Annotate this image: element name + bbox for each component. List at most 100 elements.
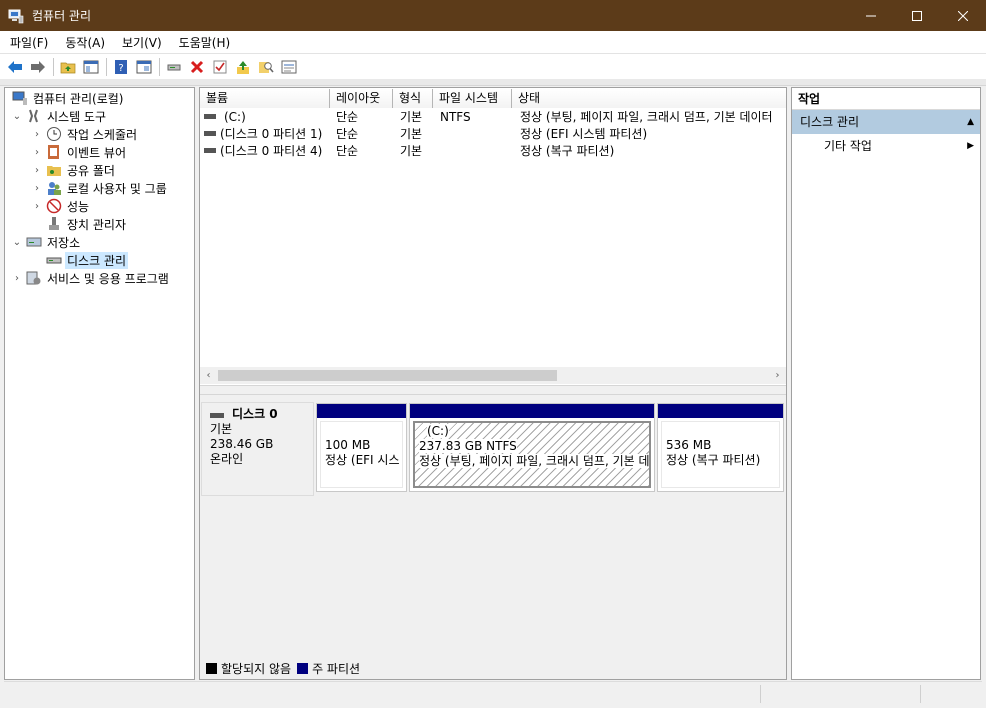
column-header-type[interactable]: 형식 xyxy=(393,89,433,108)
collapse-arrow-icon[interactable]: ▲ xyxy=(967,110,974,134)
chevron-right-icon[interactable]: › xyxy=(31,146,43,158)
volume-list-header: 볼륨 레이아웃 형식 파일 시스템 상태 xyxy=(200,89,786,108)
legend-swatch-primary xyxy=(297,662,309,674)
computer-management-icon xyxy=(12,91,27,105)
scroll-right-arrow-icon[interactable]: › xyxy=(769,367,786,384)
back-button[interactable] xyxy=(4,56,26,78)
actions-more-actions[interactable]: 기타 작업 ▶ xyxy=(792,134,980,158)
navigation-tree: 컴퓨터 관리(로컬) ⌄ 시스템 도구 › 작업 스케줄러 › 이벤트 뷰어 ›… xyxy=(4,87,195,680)
delete-icon xyxy=(190,60,204,73)
chevron-right-icon[interactable]: › xyxy=(31,164,43,176)
volume-row[interactable]: (C:) 단순 기본 NTFS 정상 (부팅, 페이지 파일, 크래시 덤프, … xyxy=(200,109,786,126)
chevron-down-icon[interactable]: ⌄ xyxy=(11,110,23,122)
tree-item-event-viewer[interactable]: › 이벤트 뷰어 xyxy=(31,143,128,161)
menu-view[interactable]: 보기(V) xyxy=(115,34,169,51)
horizontal-scrollbar[interactable]: ‹ › xyxy=(200,367,786,384)
forward-button[interactable] xyxy=(27,56,49,78)
tree-item-shared-folders[interactable]: › 공유 폴더 xyxy=(31,161,117,179)
partition-c[interactable]: (C:) 237.83 GB NTFS 정상 (부팅, 페이지 파일, 크래시 … xyxy=(409,403,655,492)
drive-icon xyxy=(204,148,216,153)
actions-pane: 작업 디스크 관리 ▲ 기타 작업 ▶ xyxy=(791,87,981,680)
partition-status: 정상 (부팅, 페이지 파일, 크래시 덤프, 기본 데 xyxy=(419,454,650,468)
delete-button[interactable] xyxy=(186,56,208,78)
tree-item-services-applications[interactable]: › 서비스 및 응용 프로그램 xyxy=(11,269,171,287)
details-button[interactable] xyxy=(278,56,300,78)
tree-item-performance[interactable]: › 성능 xyxy=(31,197,91,215)
connect-drive-icon xyxy=(167,64,181,70)
search-button[interactable] xyxy=(255,56,277,78)
disk-management-icon xyxy=(46,257,62,264)
storage-icon xyxy=(26,237,42,247)
chevron-right-icon[interactable]: › xyxy=(11,272,23,284)
toolbar-border xyxy=(0,79,986,86)
properties-button[interactable] xyxy=(133,56,155,78)
volume-row[interactable]: (디스크 0 파티션 1) 단순 기본 정상 (EFI 시스템 파티션) xyxy=(200,126,786,143)
toolbar-separator xyxy=(53,57,54,76)
disk-management-pane: 볼륨 레이아웃 형식 파일 시스템 상태 (C:) 단순 기본 NTFS 정상 … xyxy=(199,87,787,680)
chevron-down-icon[interactable]: ⌄ xyxy=(11,236,23,248)
disk-size: 238.46 GB xyxy=(210,437,274,451)
scrollbar-thumb[interactable] xyxy=(218,370,557,381)
disk-name: 디스크 0 xyxy=(232,407,278,421)
primary-partition-bar xyxy=(317,404,406,418)
chevron-right-icon[interactable]: › xyxy=(31,200,43,212)
up-button[interactable] xyxy=(232,56,254,78)
maximize-icon xyxy=(912,10,922,21)
show-tree-icon xyxy=(83,60,99,73)
partition-status: 정상 (복구 파티션) xyxy=(666,453,761,467)
help-button[interactable]: ? xyxy=(110,56,132,78)
chevron-right-icon[interactable]: › xyxy=(31,128,43,140)
actions-section-disk-management[interactable]: 디스크 관리 ▲ xyxy=(792,110,980,134)
disk-info[interactable]: 디스크 0 기본 238.46 GB 온라인 xyxy=(201,402,314,496)
up-folder-icon xyxy=(60,62,76,73)
close-button[interactable] xyxy=(940,0,986,31)
up-level-button[interactable] xyxy=(57,56,79,78)
svg-text:?: ? xyxy=(118,63,123,74)
partition-size: 237.83 GB NTFS xyxy=(419,439,517,453)
disk-icon xyxy=(210,412,224,418)
partition-efi[interactable]: 100 MB 정상 (EFI 시스 xyxy=(316,403,407,492)
window-title: 컴퓨터 관리 xyxy=(32,9,92,23)
menu-action[interactable]: 동작(A) xyxy=(58,34,112,51)
services-icon xyxy=(26,271,41,285)
actions-header: 작업 xyxy=(792,88,980,110)
primary-partition-bar xyxy=(410,404,654,418)
pane-splitter[interactable] xyxy=(200,385,786,395)
scroll-left-arrow-icon[interactable]: ‹ xyxy=(200,367,217,384)
properties-icon xyxy=(136,60,152,73)
chevron-right-icon[interactable]: › xyxy=(31,182,43,194)
performance-icon xyxy=(46,198,62,214)
computer-management-icon xyxy=(8,9,24,23)
show-hide-tree-button[interactable] xyxy=(80,56,102,78)
tree-item-local-users[interactable]: › 로컬 사용자 및 그룹 xyxy=(31,179,169,197)
partition-recovery[interactable]: 536 MB 정상 (복구 파티션) xyxy=(657,403,784,492)
tree-item-disk-management[interactable]: 디스크 관리 xyxy=(43,251,129,269)
system-tools-icon xyxy=(29,109,38,123)
status-bar xyxy=(4,681,982,705)
tree-item-device-manager[interactable]: 장치 관리자 xyxy=(43,215,128,233)
partition-title: (C:) xyxy=(427,424,449,438)
disk-kind: 기본 xyxy=(210,422,233,436)
disk-graphical-view: 디스크 0 기본 238.46 GB 온라인 100 MB 정상 (EFI 시스… xyxy=(200,395,786,679)
check-button[interactable] xyxy=(209,56,231,78)
primary-partition-bar xyxy=(658,404,783,418)
column-header-volume[interactable]: 볼륨 xyxy=(200,89,330,108)
tree-item-computer-management[interactable]: 컴퓨터 관리(로컬) xyxy=(9,89,125,107)
menu-help[interactable]: 도움말(H) xyxy=(172,34,238,51)
minimize-icon xyxy=(866,15,876,16)
connect-drive-button[interactable] xyxy=(163,56,185,78)
column-header-filesystem[interactable]: 파일 시스템 xyxy=(433,89,512,108)
menu-bar: 파일(F) 동작(A) 보기(V) 도움말(H) xyxy=(0,31,986,53)
tree-item-system-tools[interactable]: ⌄ 시스템 도구 xyxy=(11,107,108,125)
tree-item-storage[interactable]: ⌄ 저장소 xyxy=(11,233,82,251)
details-icon xyxy=(281,60,297,73)
maximize-button[interactable] xyxy=(894,0,940,31)
column-header-status[interactable]: 상태 xyxy=(512,89,786,108)
toolbar: ? xyxy=(0,53,986,79)
column-header-layout[interactable]: 레이아웃 xyxy=(330,89,393,108)
minimize-button[interactable] xyxy=(848,0,894,31)
menu-file[interactable]: 파일(F) xyxy=(3,34,55,51)
users-icon xyxy=(48,182,61,195)
volume-row[interactable]: (디스크 0 파티션 4) 단순 기본 정상 (복구 파티션) xyxy=(200,143,786,160)
tree-item-task-scheduler[interactable]: › 작업 스케줄러 xyxy=(31,125,139,143)
